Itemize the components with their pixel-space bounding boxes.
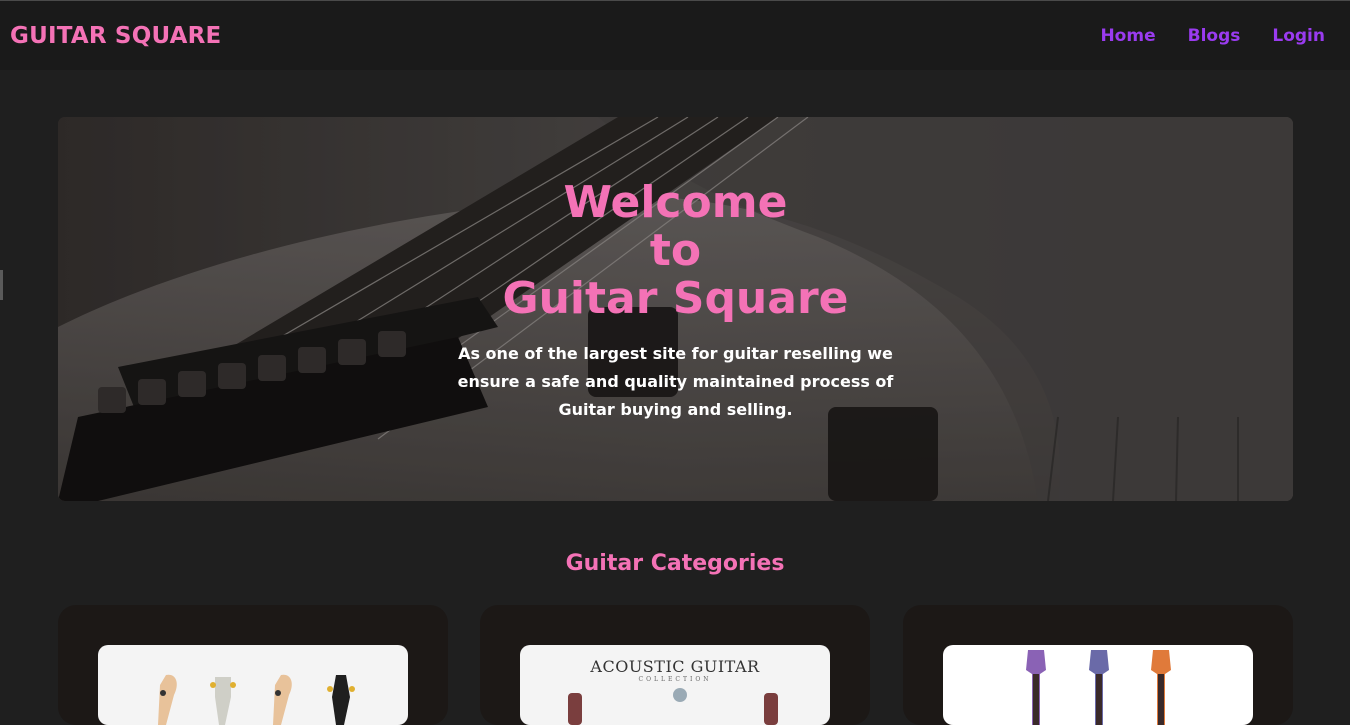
category-card-acoustic[interactable]: ACOUSTIC GUITAR COLLECTION [480, 605, 870, 725]
nav-login-link[interactable]: Login [1272, 26, 1325, 46]
hero-title-line-2: to [649, 225, 702, 276]
categories-heading: Guitar Categories [565, 551, 785, 576]
category-card-electric[interactable] [58, 605, 448, 725]
nav-home-link[interactable]: Home [1100, 26, 1155, 46]
ukulele-headstocks-image [943, 645, 1253, 725]
electric-guitar-headstocks-image [98, 645, 408, 725]
nav-links: Home Blogs Login [1100, 26, 1325, 46]
acoustic-guitar-image: ACOUSTIC GUITAR COLLECTION [520, 645, 830, 725]
scroll-edge-indicator [0, 270, 3, 300]
hero-title-line-1: Welcome [563, 177, 788, 228]
brand-logo[interactable]: GUITAR SQUARE [10, 23, 221, 49]
category-card-ukulele[interactable] [903, 605, 1293, 725]
hero-title-line-3: Guitar Square [502, 273, 849, 324]
nav-blogs-link[interactable]: Blogs [1188, 26, 1241, 46]
hero-banner: Welcome to Guitar Square As one of the l… [58, 117, 1293, 501]
navbar: GUITAR SQUARE Home Blogs Login [0, 0, 1350, 70]
hero-description: As one of the largest site for guitar re… [457, 344, 894, 419]
